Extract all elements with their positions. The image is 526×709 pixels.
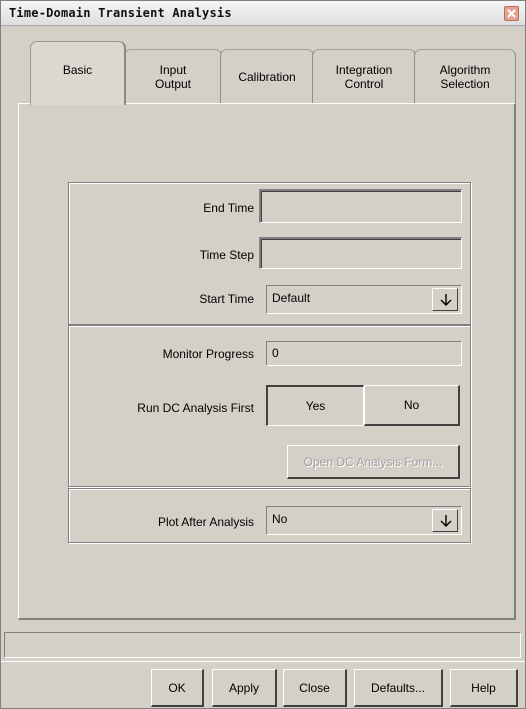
- start-time-select[interactable]: Default: [266, 285, 462, 314]
- tab-algorithm-selection[interactable]: Algorithm Selection: [414, 49, 516, 103]
- plot-after-analysis-select[interactable]: No: [266, 506, 462, 535]
- defaults-button[interactable]: Defaults...: [354, 669, 443, 707]
- tab-integration-control[interactable]: Integration Control: [312, 49, 416, 103]
- apply-button[interactable]: Apply: [212, 669, 277, 707]
- run-dc-no-button[interactable]: No: [364, 385, 460, 426]
- dialog-window: Time-Domain Transient Analysis Basic Inp…: [0, 0, 526, 709]
- time-step-label: Time Step: [199, 248, 254, 262]
- tab-calibration[interactable]: Calibration: [220, 49, 314, 103]
- tab-label: Calibration: [238, 69, 296, 84]
- tab-label: Algorithm Selection: [439, 62, 491, 91]
- open-dc-analysis-form-button[interactable]: Open DC Analysis Form...: [287, 445, 460, 479]
- end-time-label: End Time: [203, 201, 254, 215]
- time-step-field[interactable]: [259, 237, 462, 269]
- start-time-dropdown-button[interactable]: [432, 288, 458, 311]
- start-time-label: Start Time: [199, 292, 254, 306]
- tab-label: Basic: [62, 62, 93, 77]
- close-icon: [507, 9, 516, 18]
- down-arrow-icon: [440, 515, 452, 527]
- plot-after-analysis-label: Plot After Analysis: [157, 515, 254, 529]
- tab-input-output[interactable]: Input Output: [124, 49, 222, 103]
- down-arrow-icon: [440, 294, 452, 306]
- title-bar[interactable]: Time-Domain Transient Analysis: [1, 1, 525, 26]
- plot-after-analysis-value: No: [272, 512, 288, 526]
- run-dc-yes-button[interactable]: Yes: [266, 385, 364, 426]
- monitor-progress-field[interactable]: 0: [266, 341, 462, 366]
- close-window-button[interactable]: [504, 6, 519, 21]
- help-button[interactable]: Help: [450, 669, 518, 707]
- plot-after-dropdown-button[interactable]: [432, 509, 458, 532]
- close-button[interactable]: Close: [283, 669, 347, 707]
- window-title: Time-Domain Transient Analysis: [9, 6, 232, 20]
- tab-basic[interactable]: Basic: [30, 41, 126, 105]
- start-time-value: Default: [272, 291, 311, 305]
- tab-label: Integration Control: [335, 62, 393, 91]
- monitor-progress-value: 0: [272, 346, 279, 360]
- end-time-field[interactable]: [259, 189, 462, 223]
- run-dc-first-label: Run DC Analysis First: [137, 401, 254, 415]
- divider: [1, 661, 525, 662]
- tab-label: Input Output: [154, 62, 192, 91]
- ok-button[interactable]: OK: [151, 669, 204, 707]
- status-bar: [4, 632, 521, 658]
- monitor-progress-label: Monitor Progress: [162, 347, 254, 361]
